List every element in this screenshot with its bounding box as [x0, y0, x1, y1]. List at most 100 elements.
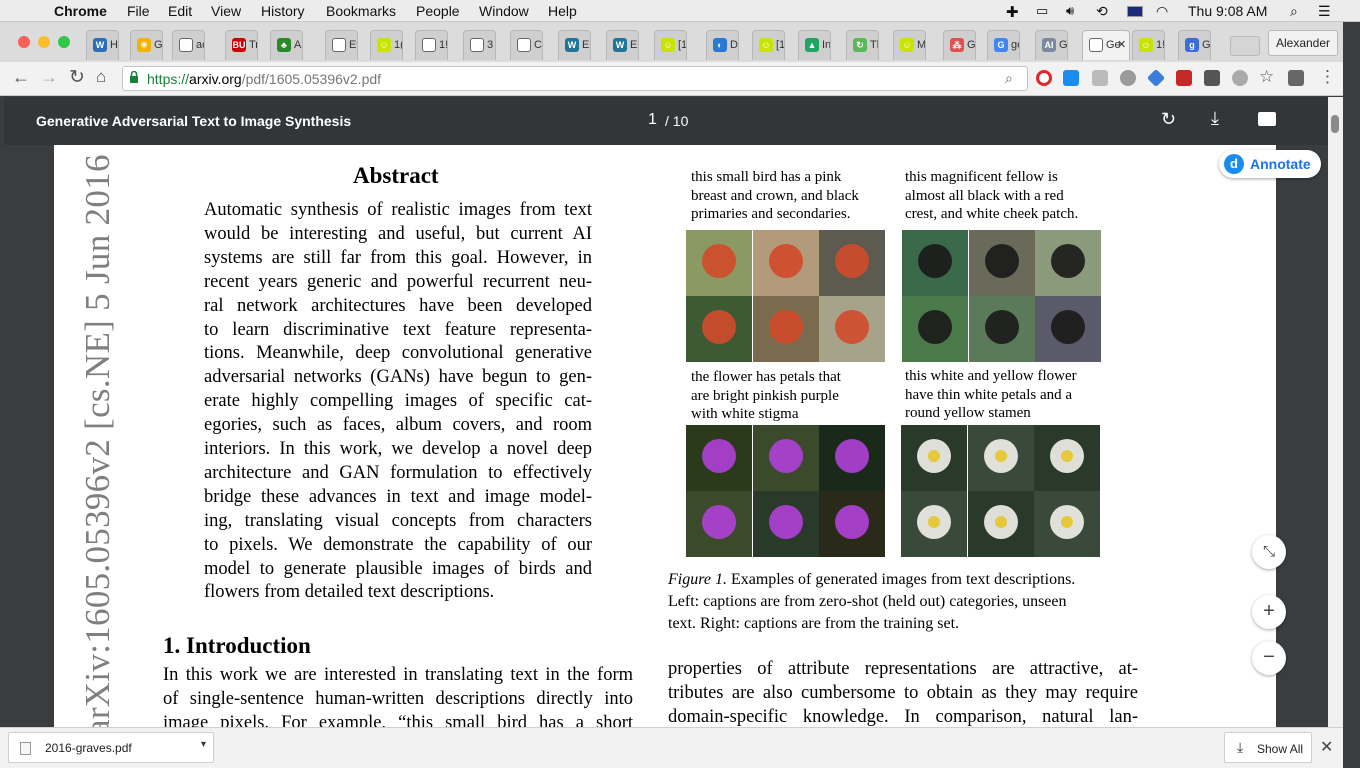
tab-11[interactable]: WEc — [606, 30, 639, 60]
volume-icon[interactable]: 🔊︎ — [1066, 3, 1074, 19]
tab-18[interactable]: ⁂ G — [943, 30, 976, 60]
address-bar[interactable]: https://arxiv.org/pdf/1605.05396v2.pdf ⌕ — [122, 66, 1028, 91]
abstract-line: to learn discriminative text feature rep… — [204, 319, 592, 340]
tab-favicon-icon: g — [1185, 38, 1199, 52]
annotate-extension-icon[interactable] — [1063, 70, 1079, 86]
tab-15[interactable]: ▲ In — [798, 30, 831, 60]
tab-21[interactable]: Ge ✕ — [1082, 30, 1130, 60]
tab-13[interactable]: ◐ D — [706, 30, 739, 60]
skype-extension-icon[interactable] — [1232, 70, 1248, 86]
tab-17[interactable]: ☺ M — [893, 30, 926, 60]
tab-3[interactable]: BU Tr — [225, 30, 258, 60]
generated-image-tile — [686, 491, 752, 557]
abstract-line: systems are still far from this goal. Ho… — [204, 247, 592, 268]
rotate-icon[interactable]: ↻ — [1161, 109, 1176, 130]
menu-people[interactable]: People — [416, 3, 460, 19]
zoom-in-button[interactable]: + — [1252, 595, 1286, 629]
mendeley-extension-icon[interactable] — [1176, 70, 1192, 86]
tab-22[interactable]: ☺ 1! — [1132, 30, 1165, 60]
tab-23[interactable]: gG — [1178, 30, 1211, 60]
opera-extension-icon[interactable] — [1036, 70, 1052, 86]
tab-favicon-icon: ☺ — [900, 38, 914, 52]
flower-stamen-shape — [928, 450, 940, 462]
tab-0[interactable]: WH — [86, 30, 119, 60]
generated-image-tile — [901, 491, 967, 557]
tab-title: 3 — [487, 39, 494, 51]
mail-extension-icon[interactable] — [1288, 70, 1304, 86]
tab-16[interactable]: ↻ Tl — [846, 30, 879, 60]
page-number-input[interactable]: 1 — [648, 111, 657, 129]
tab-9[interactable]: Cr — [510, 30, 543, 60]
plus-status-icon[interactable]: ✚ — [1006, 3, 1019, 21]
menu-history[interactable]: History — [261, 3, 305, 19]
input-source-flag-icon[interactable] — [1127, 6, 1143, 17]
window-close-button[interactable] — [18, 36, 30, 48]
globe-extension-icon[interactable] — [1120, 70, 1136, 86]
menu-help[interactable]: Help — [548, 3, 577, 19]
menu-app-name[interactable]: Chrome — [54, 3, 107, 19]
tab-1[interactable]: ☀ G — [130, 30, 163, 60]
secure-lock-icon[interactable] — [129, 70, 139, 84]
tab-close-icon[interactable]: ✕ — [1117, 38, 1126, 51]
download-icon[interactable]: ⤓ — [1211, 108, 1219, 129]
tab-2[interactable]: ac — [172, 30, 205, 60]
generated-image-tile — [686, 230, 752, 296]
tab-title: Cr — [534, 39, 542, 51]
menu-bookmarks[interactable]: Bookmarks — [326, 3, 396, 19]
print-icon[interactable] — [1258, 112, 1276, 126]
reload-icon[interactable]: ↻ — [69, 66, 85, 89]
caption-line: this small bird has a pink — [691, 169, 842, 185]
image-subject-shape — [984, 244, 1019, 278]
caption-line: the flower has petals that — [691, 369, 841, 385]
notification-center-icon[interactable]: ☰ — [1318, 3, 1331, 20]
tab-5[interactable]: Et — [325, 30, 358, 60]
bookmark-star-icon[interactable]: ☆ — [1259, 67, 1274, 87]
zoom-magnifier-icon[interactable]: ⌕ — [1005, 70, 1013, 87]
tab-8[interactable]: 3 — [463, 30, 496, 60]
menubar-clock[interactable]: Thu 9:08 AM — [1188, 3, 1267, 19]
menu-view[interactable]: View — [211, 3, 241, 19]
tab-title: A| — [294, 39, 302, 51]
tab-title: G — [154, 39, 163, 51]
new-tab-button[interactable] — [1230, 36, 1260, 56]
chrome-menu-icon[interactable]: ⋮ — [1319, 67, 1336, 87]
tab-14[interactable]: ☺ [1 — [752, 30, 785, 60]
flower-image-grid-right — [901, 425, 1100, 557]
menu-edit[interactable]: Edit — [168, 3, 192, 19]
wifi-icon[interactable]: ◠ — [1156, 3, 1168, 20]
download-item[interactable]: 2016-graves.pdf ▾ — [8, 732, 214, 763]
home-icon[interactable]: ⌂ — [96, 67, 106, 87]
close-download-shelf-icon[interactable]: ✕ — [1320, 737, 1333, 757]
airplay-icon[interactable]: ▭ — [1036, 3, 1048, 19]
generated-image-tile — [686, 296, 752, 362]
window-minimize-button[interactable] — [38, 36, 50, 48]
grid-extension-icon[interactable] — [1092, 70, 1108, 86]
tab-7[interactable]: 1! — [415, 30, 448, 60]
tab-12[interactable]: ☺ [1 — [654, 30, 687, 60]
annotate-button[interactable]: d Annotate — [1219, 150, 1321, 178]
menu-window[interactable]: Window — [479, 3, 529, 19]
fit-page-icon[interactable]: ⤡ — [1252, 535, 1286, 569]
back-arrow-icon[interactable]: ← — [12, 67, 30, 88]
tab-20[interactable]: AI G — [1035, 30, 1068, 60]
window-zoom-button[interactable] — [58, 36, 70, 48]
url-text[interactable]: https://arxiv.org/pdf/1605.05396v2.pdf — [147, 71, 381, 87]
zoom-out-button[interactable]: − — [1252, 641, 1286, 675]
tab-4[interactable]: ♣A| — [270, 30, 303, 60]
image-subject-shape — [768, 244, 803, 278]
download-menu-chevron-icon[interactable]: ▾ — [201, 739, 206, 750]
menu-file[interactable]: File — [127, 3, 150, 19]
scrollbar[interactable] — [1328, 97, 1343, 727]
profile-button[interactable]: Alexander — [1268, 30, 1338, 56]
image-subject-shape — [918, 310, 952, 344]
tab-19[interactable]: Gge — [987, 30, 1020, 60]
tab-10[interactable]: WEc — [558, 30, 591, 60]
tab-6[interactable]: ☺ 1( — [370, 30, 403, 60]
forward-arrow-icon[interactable]: → — [40, 67, 58, 88]
show-all-button[interactable]: ⤓ Show All — [1224, 732, 1312, 763]
time-machine-icon[interactable]: ⟲ — [1096, 3, 1108, 20]
spotlight-search-icon[interactable]: ⌕ — [1290, 3, 1298, 20]
scrollbar-thumb[interactable] — [1331, 115, 1339, 133]
pocket-extension-icon[interactable] — [1204, 70, 1220, 86]
figure-caption-line: Left: captions are from zero-shot (held … — [668, 593, 1067, 610]
